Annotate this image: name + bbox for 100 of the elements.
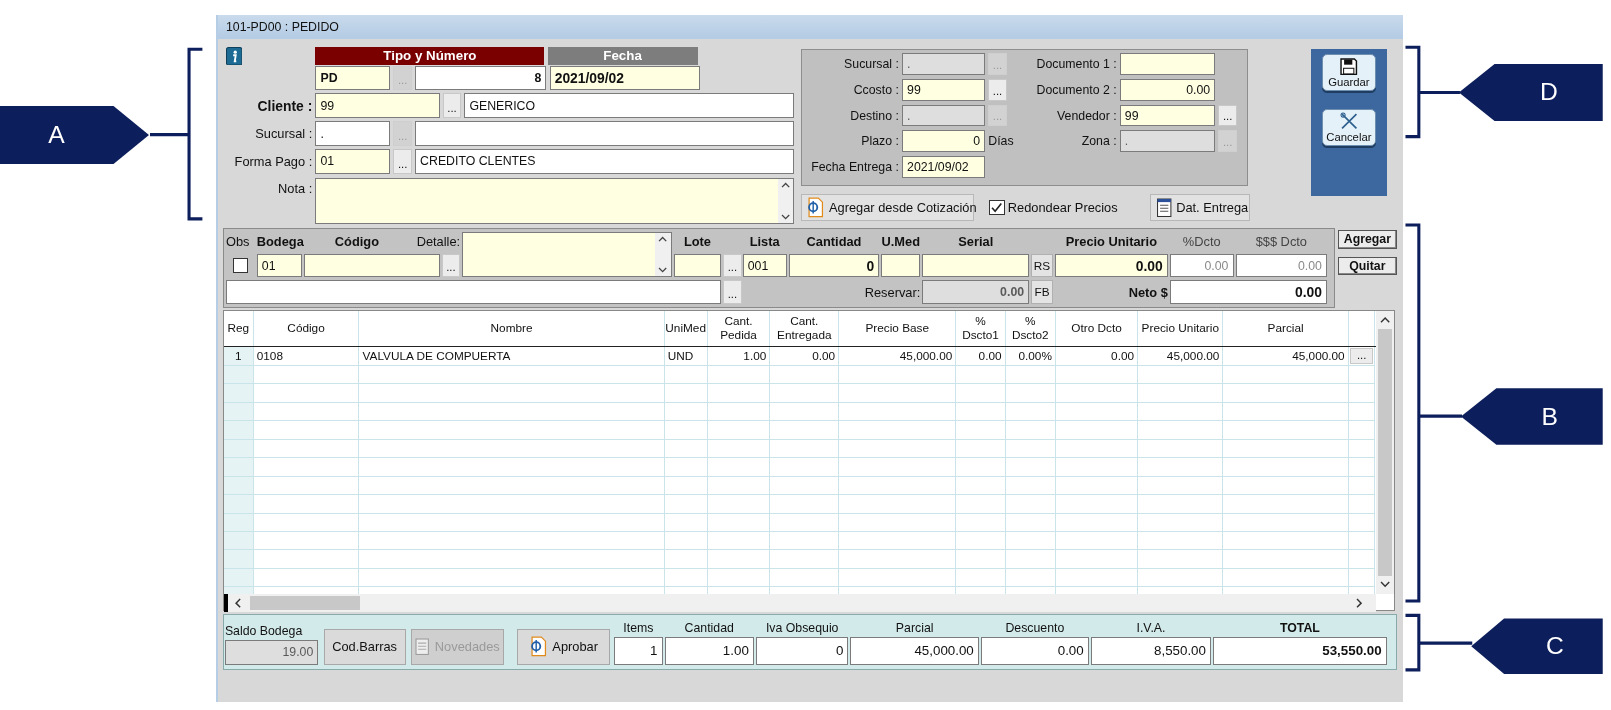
table-cell [664,550,708,569]
scroll-down-icon[interactable] [1379,581,1390,589]
quantity-field[interactable]: 0 [788,253,880,278]
row-action-button[interactable]: Agregar [1337,230,1398,249]
table-cell [1005,476,1056,496]
field-label: Ccosto : [852,81,899,99]
round-prices-checkbox[interactable]: Redondear Precios [989,199,1118,216]
column-header[interactable]: Nombre [490,322,533,336]
scroll-down-icon[interactable] [658,267,668,274]
serial-button[interactable]: RS [1031,253,1053,278]
info-icon[interactable] [225,46,243,66]
reserve-field[interactable]: 0.00 [922,280,1030,305]
column-label: Precio Unitario [1064,232,1158,251]
row-action-button[interactable]: Quitar [1337,256,1398,276]
note-field[interactable] [315,177,795,224]
table-cell [664,458,708,477]
detail-field[interactable] [1119,53,1216,75]
table-cell: UND [664,347,708,366]
table-cell [1348,384,1376,403]
warehouse-field[interactable]: 01 [256,253,302,278]
scroll-thumb[interactable] [249,595,361,611]
fb-button[interactable]: FB [1031,280,1053,305]
number-field[interactable]: 8 [415,65,547,91]
lookup-button[interactable]: ... [723,280,742,305]
code-field[interactable]: 99 [315,93,440,119]
lot-field[interactable] [673,253,722,278]
toolbar-button[interactable]: Guardar [1322,54,1376,92]
checkbox[interactable] [989,199,1005,216]
scroll-right-icon[interactable] [1356,597,1364,609]
horizontal-scrollbar[interactable] [223,593,1376,613]
unit-field[interactable] [881,253,921,278]
discount-field[interactable]: 0.00 [1169,253,1234,278]
column-header[interactable]: Parcial [1267,322,1304,336]
footer-button[interactable]: Aprobar [516,628,611,665]
lookup-button[interactable]: ... [393,148,412,174]
delivery-button[interactable]: Dat. Entrega [1150,194,1251,221]
table-cell [707,439,771,459]
column-header[interactable]: % Dscto2 [1005,315,1055,343]
column-label: Serial [957,232,995,251]
code-field[interactable]: . [315,121,391,146]
column-header[interactable]: Cant. Entregada [770,315,839,343]
column-label: Bodega [256,232,302,251]
code-field[interactable] [304,253,440,278]
field-label: Documento 2 : [1035,81,1117,99]
type-field[interactable]: PD [315,65,391,91]
code-field[interactable]: 01 [315,148,391,174]
table-cell [1005,365,1056,385]
scroll-thumb[interactable] [1377,328,1392,577]
scroll-up-icon[interactable] [780,181,790,188]
column-header[interactable]: UniMed [665,322,706,336]
scroll-down-icon[interactable] [780,213,790,220]
table-cell [664,513,708,532]
obs-checkbox[interactable] [232,257,248,274]
name-field[interactable] [415,121,795,146]
table-cell [1348,421,1376,440]
row-header [223,476,254,496]
column-header[interactable]: Cant. Pedida [707,315,770,343]
date-field[interactable]: 2021/09/02 [549,65,700,91]
lookup-button[interactable]: ... [441,253,461,278]
column-label: Cantidad [805,232,863,251]
column-header[interactable]: Reg [227,322,250,336]
quote-button[interactable]: Agregar desde Cotización [801,194,974,221]
lookup-button[interactable]: ... [1218,104,1237,127]
scroll-up-icon[interactable] [658,236,668,243]
lookup-button[interactable]: ... [442,93,462,119]
scroll-up-icon[interactable] [1379,316,1390,324]
column-header[interactable]: % Dscto1 [956,315,1005,343]
table-cell [770,458,840,477]
detail-field[interactable]: 99 [901,79,986,101]
lookup-button[interactable]: ... [988,79,1007,101]
toolbar-button[interactable]: Cancelar [1322,108,1376,146]
text-field[interactable] [225,280,722,305]
name-field[interactable]: GENERICO [464,93,795,119]
lookup-button[interactable]: ... [723,253,742,278]
total-label: TOTAL [1279,620,1320,637]
discount-field[interactable]: 0.00 [1235,253,1328,278]
name-field[interactable]: CREDITO CLENTES [415,148,795,174]
column-header[interactable]: Precio Base [865,322,930,336]
detail-field[interactable]: 0 [901,130,986,152]
detail-field[interactable]: 0.00 [1119,79,1216,101]
unit-price-field[interactable]: 0.00 [1054,253,1168,278]
detail-field[interactable] [462,232,672,278]
vertical-scrollbar[interactable] [1375,311,1395,594]
detail-field[interactable]: 99 [1119,104,1216,127]
field-label: Nota : [277,179,313,198]
table-cell: 0.00% [1005,347,1056,366]
scroll-left-icon[interactable] [234,597,242,609]
serial-field[interactable] [922,253,1030,278]
footer-button[interactable]: Cod.Barras [323,628,406,665]
table-cell [1348,402,1376,422]
column-header[interactable]: Precio Unitario [1141,322,1219,336]
column-header[interactable]: Otro Dcto [1071,322,1122,336]
stock-field[interactable]: 19.00 [224,640,319,665]
detail-field[interactable]: 2021/09/02 [901,156,986,178]
list-field[interactable]: 001 [742,253,787,278]
net-field[interactable]: 0.00 [1169,280,1328,305]
table-cell [1348,439,1376,459]
row-lookup-button[interactable]: ... [1350,347,1373,365]
column-header[interactable]: Código [287,322,325,336]
column-label: Detalle: [416,233,461,249]
